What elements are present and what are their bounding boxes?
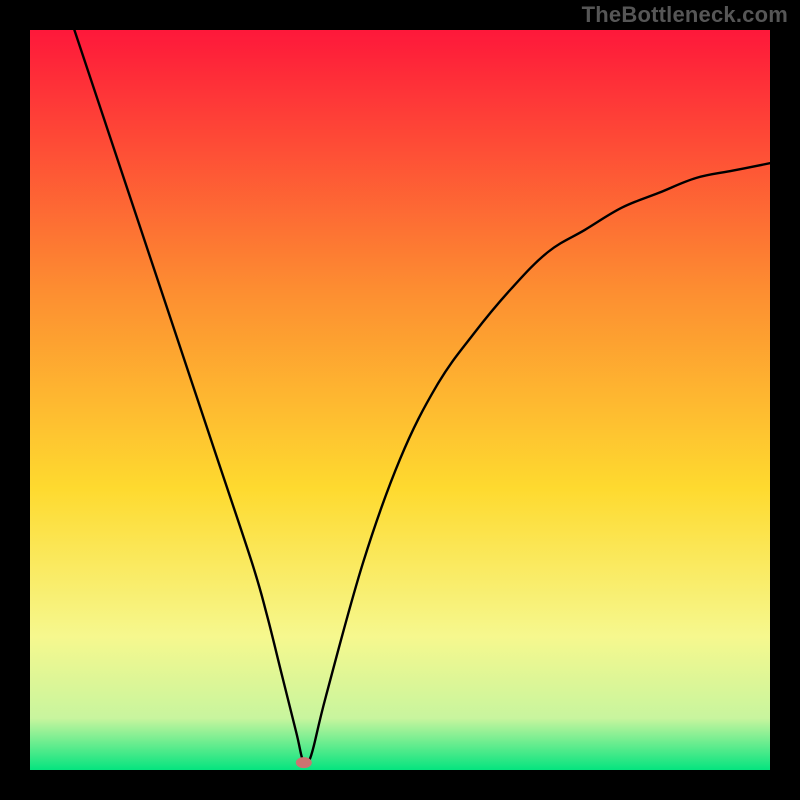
min-marker	[296, 757, 312, 768]
chart-frame: TheBottleneck.com	[0, 0, 800, 800]
plot-area	[30, 30, 770, 770]
chart-svg	[30, 30, 770, 770]
gradient-background	[30, 30, 770, 770]
watermark-label: TheBottleneck.com	[582, 2, 788, 28]
